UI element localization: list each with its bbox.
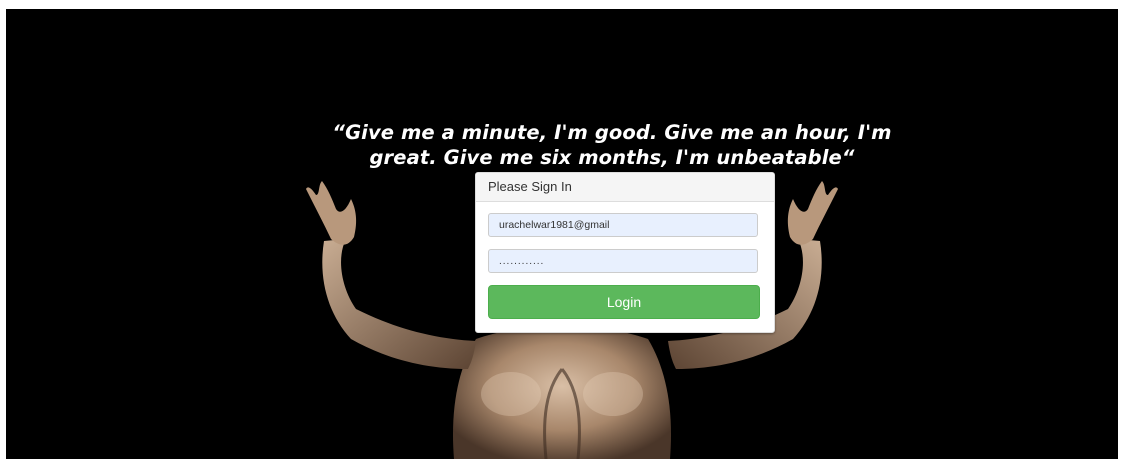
email-field[interactable] <box>488 213 758 237</box>
motivational-quote: “Give me a minute, I'm good. Give me an … <box>332 121 892 169</box>
login-button[interactable]: Login <box>488 285 760 319</box>
sign-in-heading: Please Sign In <box>476 173 774 202</box>
password-field[interactable] <box>488 249 758 273</box>
hero-background: “Give me a minute, I'm good. Give me an … <box>6 9 1118 459</box>
sign-in-panel: Please Sign In Login <box>475 172 775 333</box>
